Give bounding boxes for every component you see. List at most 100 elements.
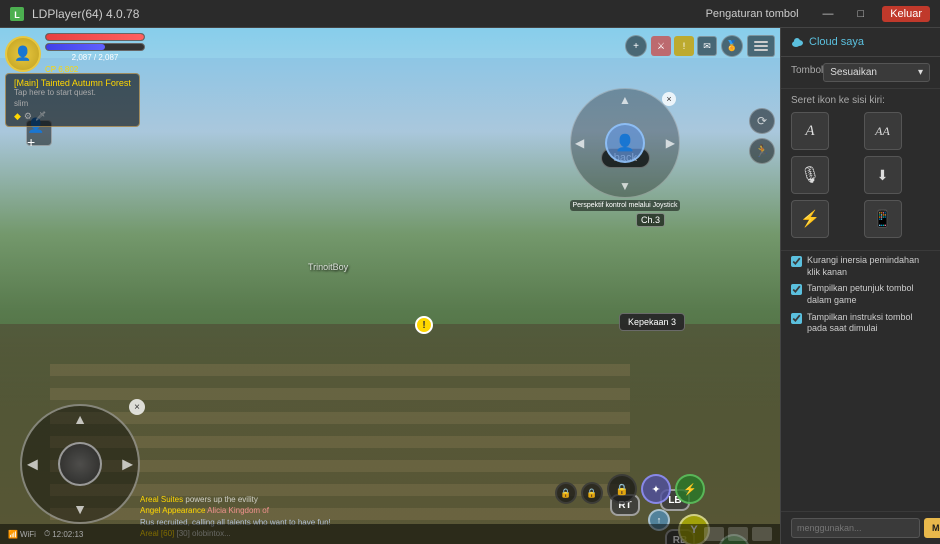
mobile-symbol: 📱 — [873, 209, 893, 229]
skill-4[interactable]: ✦ — [641, 474, 671, 504]
bottom-icon-3[interactable] — [752, 527, 772, 541]
checkbox-1[interactable] — [791, 256, 802, 267]
quest-desc: Tap here to start quest. — [14, 88, 131, 97]
save-button[interactable]: Menyimpan — [924, 518, 940, 538]
tombol-row: Tombol Sesuaikan ▾ — [791, 63, 930, 82]
checkbox-row-1: Kurangi inersia pemindahan klik kanan — [791, 255, 930, 278]
bottom-icon-1[interactable] — [704, 527, 724, 541]
bottom-icon-2[interactable] — [728, 527, 748, 541]
top-hud: 👤 2,087 / 2,087 CP 6,802 + — [5, 33, 775, 74]
bottom-inputs: Menyimpan — [781, 511, 940, 544]
quest-title: [Main] Tainted Autumn Forest — [14, 78, 131, 88]
minimize-button[interactable]: — — [817, 6, 840, 22]
hud-plus-icon[interactable]: + — [625, 35, 647, 57]
wifi-icon: 📶 — [8, 530, 18, 539]
perspective-label: Perspektif kontrol melalui Joystick — [570, 200, 680, 211]
scroll-icon-1[interactable]: ⟳ — [749, 108, 775, 134]
alert-icon-1[interactable]: ⚔ — [651, 36, 671, 56]
sesuaikan-dropdown[interactable]: Sesuaikan ▾ — [823, 63, 930, 82]
chat-msg-1: Areal Suites powers up the evility — [140, 494, 530, 505]
kepekaan-tooltip: Kepekaan 3 — [619, 313, 685, 331]
titlebar: L LDPlayer(64) 4.0.78 Pengaturan tombol … — [0, 0, 940, 28]
menu-icon[interactable] — [747, 35, 775, 57]
left-joystick[interactable]: × ▲ ▼ ◀ ▶ — [20, 404, 140, 524]
perspective-joystick-outer[interactable]: × ▲ ▼ ◀ ▶ 👤 — [570, 88, 680, 198]
checkbox-row-2: Tampilkan petunjuk tombol dalam game — [791, 283, 930, 306]
skill-3[interactable]: 🔒 — [607, 474, 637, 504]
menggunakan-input[interactable] — [791, 518, 920, 538]
player-avatar: 👤 — [5, 36, 41, 72]
sesuaikan-label: Sesuaikan — [830, 67, 877, 78]
checkbox-label-3: Tampilkan instruksi tombol pada saat dim… — [807, 312, 930, 335]
right-side-icons: ⟳ 🏃 — [749, 108, 775, 164]
drag-label: Seret ikon ke sisi kiri: — [791, 95, 930, 106]
icon-item-A[interactable]: A — [791, 112, 829, 150]
quest-icons: ◆ ⚙ 🗡 — [14, 111, 131, 122]
quest-icon-3: 🗡 — [35, 111, 46, 122]
icon-item-mic[interactable]: 🎙 — [791, 156, 829, 194]
titlebar-controls: Pengaturan tombol — □ Keluar — [700, 6, 930, 22]
perspective-joystick[interactable]: × ▲ ▼ ◀ ▶ 👤 Perspektif kontrol melalui J… — [570, 88, 680, 198]
alert-icon-2[interactable]: ! — [674, 36, 694, 56]
scroll-icon-2[interactable]: 🏃 — [749, 138, 775, 164]
mana-bar-fill — [46, 44, 105, 50]
quest-box: [Main] Tainted Autumn Forest Tap here to… — [5, 73, 140, 127]
hud-coin-icon[interactable]: 🏅 — [721, 35, 743, 57]
time-label: 12:02:13 — [52, 530, 83, 539]
download-symbol: ⬇ — [877, 167, 889, 184]
checkbox-section: Kurangi inersia pemindahan klik kanan Ta… — [781, 251, 940, 344]
svg-text:L: L — [14, 10, 20, 20]
maximize-button[interactable]: □ — [852, 6, 871, 22]
icon-item-mobile[interactable]: 📱 — [864, 200, 902, 238]
joy-arrow-right: ▶ — [122, 456, 133, 473]
mail-icon[interactable]: ✉ — [697, 36, 717, 56]
app-title: LDPlayer(64) 4.0.78 — [32, 7, 139, 21]
skill-2[interactable]: 🔒 — [581, 482, 603, 504]
persp-arrow-bottom: ▼ — [619, 179, 631, 193]
input-row: Menyimpan — [791, 518, 930, 538]
player-health-area: 👤 2,087 / 2,087 CP 6,802 — [5, 33, 145, 74]
checkbox-label-1: Kurangi inersia pemindahan klik kanan — [807, 255, 930, 278]
settings-button[interactable]: Pengaturan tombol — [700, 6, 805, 22]
drag-icons-section: Seret ikon ke sisi kiri: A AA 🎙 ⬇ ⚡ — [781, 89, 940, 251]
icon-item-lightning[interactable]: ⚡ — [791, 200, 829, 238]
quest-icon-1: ◆ — [14, 111, 21, 122]
game-ui-overlay: 👤 2,087 / 2,087 CP 6,802 + — [0, 28, 780, 544]
dropdown-chevron: ▾ — [918, 67, 923, 78]
tombol-label: Tombol — [791, 65, 823, 76]
icon-AA-text: AA — [875, 124, 890, 139]
main-area: 👤 2,087 / 2,087 CP 6,802 + — [0, 28, 940, 544]
sidebar-panel: Cloud saya Tombol Sesuaikan ▾ Seret ikon… — [780, 28, 940, 544]
persp-arrow-left: ◀ — [575, 136, 584, 150]
left-joystick-outer[interactable]: ▲ ▼ ◀ ▶ — [20, 404, 140, 524]
persp-arrow-top: ▲ — [619, 93, 631, 107]
cloud-icon — [791, 37, 805, 47]
skill-5[interactable]: ⚡ — [675, 474, 705, 504]
icon-item-download[interactable]: ⬇ — [864, 156, 902, 194]
menu-line-2 — [754, 45, 768, 47]
tombol-section: Tombol Sesuaikan ▾ — [781, 57, 940, 89]
health-bars: 2,087 / 2,087 CP 6,802 — [45, 33, 145, 74]
sidebar-header: Cloud saya — [781, 28, 940, 57]
game-viewport[interactable]: 👤 2,087 / 2,087 CP 6,802 + — [0, 28, 780, 544]
skill-1[interactable]: 🔒 — [555, 482, 577, 504]
top-center-icons: + ⚔ ! ✉ 🏅 — [625, 35, 775, 57]
left-joystick-close[interactable]: × — [129, 399, 145, 415]
quest-icon-2: ⚙ — [24, 111, 32, 122]
icon-item-AA[interactable]: AA — [864, 112, 902, 150]
player-name: TrinoitBoy — [308, 262, 348, 272]
lightning-symbol: ⚡ — [800, 209, 820, 229]
checkbox-label-2: Tampilkan petunjuk tombol dalam game — [807, 283, 930, 306]
mana-bar-bg — [45, 43, 145, 51]
skill-row: 🔒 🔒 🔒 ✦ ⚡ — [555, 474, 705, 504]
perspective-joystick-close[interactable]: × — [662, 92, 676, 106]
health-bar-fill — [46, 34, 144, 40]
joy-arrow-top: ▲ — [73, 411, 87, 427]
exit-button[interactable]: Keluar — [882, 6, 930, 22]
checkbox-2[interactable] — [791, 284, 802, 295]
icon-grid-2: ⚡ 📱 — [791, 200, 930, 238]
cloud-saya-button[interactable]: Cloud saya — [791, 36, 864, 48]
quest-sub: slim — [14, 99, 131, 108]
checkbox-3[interactable] — [791, 313, 802, 324]
chapter-badge: Ch.3 — [636, 213, 665, 227]
